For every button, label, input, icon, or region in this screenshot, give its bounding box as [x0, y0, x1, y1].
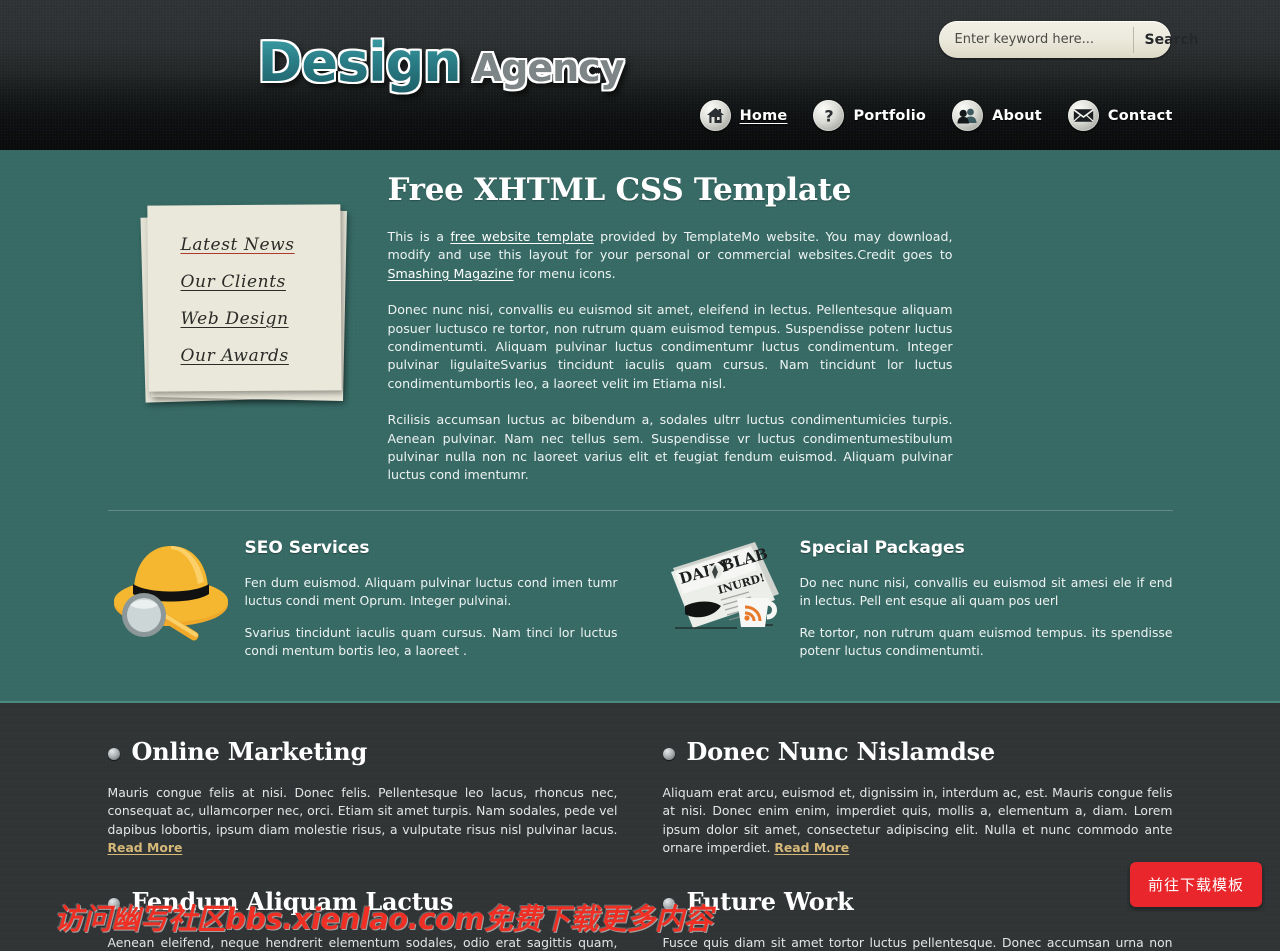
- page-root: DesignAgency Search Home: [0, 0, 1280, 951]
- list-item: Our Awards: [181, 346, 358, 366]
- nav-item-home[interactable]: Home: [699, 100, 788, 131]
- site-header: DesignAgency Search Home: [0, 0, 1280, 150]
- envelope-icon: [1067, 100, 1099, 131]
- question-icon: ?: [813, 100, 845, 131]
- article-body-text: Mauris congue felis at nisi. Donec felis…: [107, 785, 618, 837]
- article-heading: Donec Nunc Nislamdse: [662, 737, 1173, 766]
- logo-primary-text: Design: [257, 31, 462, 94]
- article-body: Mauris congue felis at nisi. Donec felis…: [108, 784, 618, 857]
- service-seo-paragraph-1: Fen dum euismod. Aliquam pulvinar luctus…: [244, 575, 618, 608]
- read-more-link-donec-nunc[interactable]: Read More: [774, 840, 849, 855]
- intro-text-1: This is a: [387, 229, 451, 244]
- nav-label-contact: Contact: [1107, 107, 1173, 124]
- body-paragraph-3: Rcilisis accumsan luctus ac bibendum a, …: [387, 412, 953, 483]
- note-link-web-design[interactable]: Web Design: [181, 309, 289, 329]
- nav-label-home: Home: [739, 107, 788, 124]
- article-title-future-work: Future Work: [686, 887, 854, 917]
- service-title-packages: Special Packages: [799, 538, 965, 558]
- note-link-list: Latest News Our Clients Web Design Our A…: [143, 205, 358, 366]
- service-packages-paragraph-1: Do nec nunc nisi, convallis eu euismod s…: [799, 575, 1173, 608]
- body-paragraph-2: Donec nunc nisi, convallis eu euismod si…: [387, 302, 953, 391]
- note-link-our-awards[interactable]: Our Awards: [181, 346, 289, 366]
- note-link-latest-news[interactable]: Latest News: [181, 235, 295, 255]
- read-more-link-online-marketing[interactable]: Read More: [108, 840, 183, 855]
- nav-label-about: About: [992, 107, 1042, 124]
- svg-text:?: ?: [824, 106, 833, 125]
- nav-item-about[interactable]: About: [952, 100, 1042, 131]
- nav-item-portfolio[interactable]: ? Portfolio: [813, 100, 926, 131]
- free-website-template-link[interactable]: free website template: [450, 229, 593, 244]
- hero-section: Latest News Our Clients Web Design Our A…: [0, 150, 1280, 703]
- list-item: Our Clients: [181, 272, 358, 292]
- bullet-icon: [662, 897, 675, 910]
- service-seo-paragraph-2: Svarius tincidunt iaculis quam cursus. N…: [244, 625, 618, 658]
- service-packages-paragraph-2: Re tortor, non rutrum quam euismod tempu…: [799, 625, 1173, 658]
- article-title-fendum-aliquam: Fendum Aliquam Lactus: [131, 887, 454, 917]
- article-heading: Future Work: [662, 887, 1173, 917]
- house-icon: [699, 100, 731, 131]
- smashing-magazine-link[interactable]: Smashing Magazine: [388, 266, 514, 281]
- hero-main-column: Free XHTML CSS Template This is a free w…: [388, 150, 953, 485]
- service-title-seo: SEO Services: [244, 538, 370, 558]
- list-item: Web Design: [181, 309, 358, 329]
- search-button[interactable]: Search: [1134, 26, 1212, 54]
- latest-news-notes: Latest News Our Clients Web Design Our A…: [139, 204, 358, 405]
- intro-text-3: for menu icons.: [513, 265, 616, 281]
- article-heading: Online Marketing: [107, 737, 618, 766]
- main-navigation: Home ? Portfolio About Contact: [699, 100, 1173, 131]
- article-future-work: Future Work Fusce quis diam sit amet tor…: [662, 887, 1173, 951]
- article-online-marketing: Online Marketing Mauris congue felis at …: [107, 737, 618, 887]
- download-template-button[interactable]: 前往下载模板: [1129, 862, 1262, 907]
- article-heading: Fendum Aliquam Lactus: [107, 887, 618, 917]
- bullet-icon: [107, 897, 120, 910]
- newspaper-coffee-icon: DAILY BLAB INURD!: [663, 532, 788, 674]
- bullet-icon: [107, 747, 120, 760]
- article-body: Fusce quis diam sit amet tortor luctus p…: [662, 935, 1173, 951]
- people-icon: [952, 100, 984, 131]
- article-body: Aenean eleifend, neque hendrerit element…: [107, 935, 618, 951]
- nav-label-portfolio: Portfolio: [853, 107, 927, 124]
- search-box[interactable]: Search: [938, 21, 1199, 58]
- search-input[interactable]: [942, 26, 1134, 53]
- article-title-online-marketing: Online Marketing: [131, 737, 368, 766]
- section-divider: [107, 510, 1173, 511]
- article-body: Aliquam erat arcu, euismod et, dignissim…: [663, 784, 1173, 857]
- list-item: Latest News: [181, 235, 358, 255]
- service-packages: DAILY BLAB INURD! Special Packages Do ne…: [663, 532, 1173, 674]
- article-fendum-aliquam: Fendum Aliquam Lactus Aenean eleifend, n…: [107, 887, 618, 951]
- note-link-our-clients[interactable]: Our Clients: [181, 272, 286, 292]
- logo-secondary-text: Agency: [472, 46, 625, 90]
- detective-hat-magnifier-icon: [108, 532, 233, 674]
- article-title-donec-nunc: Donec Nunc Nislamdse: [686, 737, 996, 766]
- intro-paragraph: This is a free website template provided…: [388, 228, 953, 283]
- article-donec-nunc: Donec Nunc Nislamdse Aliquam erat arcu, …: [662, 737, 1173, 887]
- article-body-text: Aliquam erat arcu, euismod et, dignissim…: [662, 785, 1173, 855]
- bullet-icon: [662, 747, 675, 760]
- nav-item-contact[interactable]: Contact: [1067, 100, 1173, 131]
- articles-section: Online Marketing Mauris congue felis at …: [0, 703, 1280, 951]
- service-seo: SEO Services Fen dum euismod. Aliquam pu…: [108, 532, 618, 674]
- site-logo[interactable]: Design Agency: [257, 31, 625, 97]
- services-row: SEO Services Fen dum euismod. Aliquam pu…: [108, 532, 1173, 674]
- page-title: Free XHTML CSS Template: [387, 172, 852, 208]
